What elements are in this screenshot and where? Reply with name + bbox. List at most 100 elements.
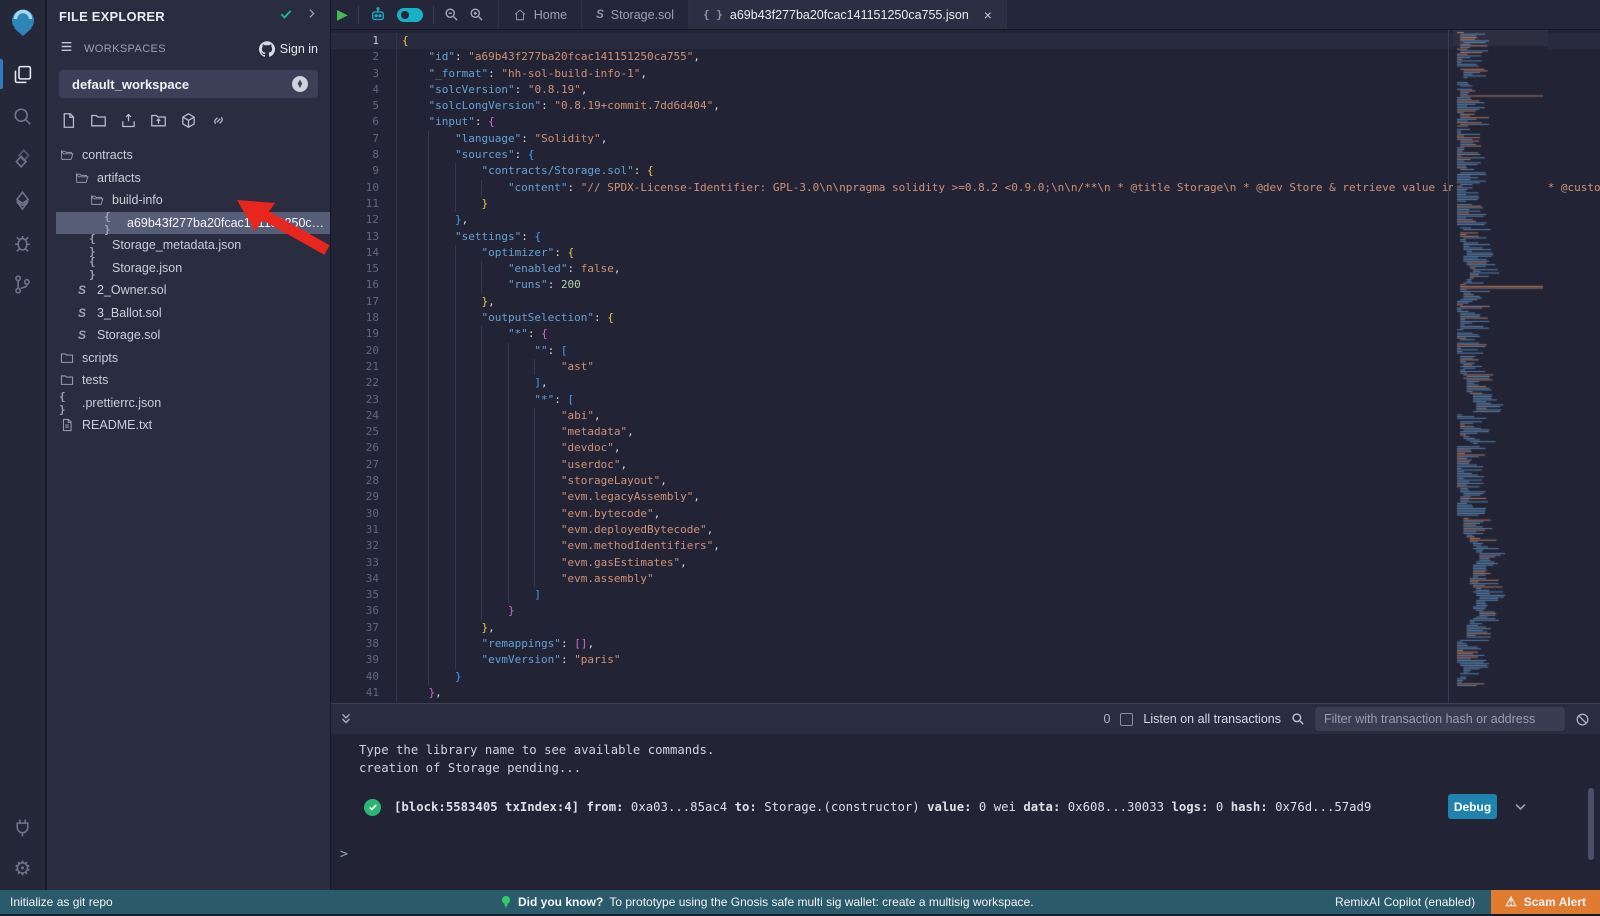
code-line[interactable]: 15 "enabled": false,	[331, 261, 1600, 277]
debugger-nav[interactable]	[0, 221, 46, 263]
tree-item-contracts[interactable]: contracts	[47, 144, 330, 167]
code-line[interactable]: 26 "devdoc",	[331, 440, 1600, 456]
code-line[interactable]: 38 "remappings": [],	[331, 636, 1600, 652]
github-sign-in-button[interactable]: Sign in	[259, 41, 318, 57]
code-line[interactable]: 28 "storageLayout",	[331, 473, 1600, 489]
workspace-select[interactable]: default_workspace ▲▼	[59, 70, 318, 98]
code-line[interactable]: 27 "userdoc",	[331, 457, 1600, 473]
code-line[interactable]: 4 "solcVersion": "0.8.19",	[331, 82, 1600, 98]
clear-console-icon[interactable]	[1575, 712, 1590, 727]
code-line[interactable]: 9 "contracts/Storage.sol": {	[331, 163, 1600, 179]
run-script-button[interactable]: ▶	[337, 6, 348, 23]
code-line[interactable]: 25 "metadata",	[331, 424, 1600, 440]
terminal-prompt[interactable]: >	[340, 847, 348, 862]
tree-item-storage-json[interactable]: { }Storage.json	[47, 257, 330, 280]
code-line[interactable]: 2 "id": "a69b43f277ba20fcac141151250ca75…	[331, 49, 1600, 65]
code-line[interactable]: 33 "evm.gasEstimates",	[331, 555, 1600, 571]
code-line[interactable]: 34 "evm.assembly"	[331, 571, 1600, 587]
transaction-filter-input[interactable]	[1315, 707, 1565, 731]
git-init-button[interactable]: Initialize as git repo	[0, 895, 113, 909]
tree-item-2-owner-sol[interactable]: S2_Owner.sol	[47, 279, 330, 302]
code-line[interactable]: 8 "sources": {	[331, 147, 1600, 163]
chevron-right-icon[interactable]	[305, 7, 318, 25]
code-line[interactable]: 10 "content": "// SPDX-License-Identifie…	[331, 180, 1600, 196]
code-line[interactable]: 22 ],	[331, 375, 1600, 391]
code-line[interactable]: 14 "optimizer": {	[331, 245, 1600, 261]
code-line[interactable]: 17 },	[331, 294, 1600, 310]
close-tab-icon[interactable]: ×	[984, 7, 992, 23]
ipfs-box-icon[interactable]	[180, 112, 197, 134]
line-number: 29	[331, 489, 379, 505]
code-line[interactable]: 37 },	[331, 620, 1600, 636]
solidity-compiler-nav[interactable]	[0, 137, 46, 179]
code-line[interactable]: 29 "evm.legacyAssembly",	[331, 489, 1600, 505]
code-line[interactable]: 20 "": [	[331, 343, 1600, 359]
tree-item-readme-txt[interactable]: README.txt	[47, 414, 330, 437]
scam-alert-button[interactable]: ⚠ Scam Alert	[1491, 890, 1600, 914]
code-line[interactable]: 13 "settings": {	[331, 229, 1600, 245]
file-explorer-nav[interactable]	[0, 53, 46, 95]
settings-nav[interactable]: ⚙	[0, 848, 46, 890]
code-line[interactable]: 31 "evm.deployedBytecode",	[331, 522, 1600, 538]
code-line[interactable]: 3 "_format": "hh-sol-build-info-1",	[331, 66, 1600, 82]
code-line[interactable]: 11 }	[331, 196, 1600, 212]
tab-a69b43f277ba20fcac141151250ca755-json[interactable]: { }a69b43f277ba20fcac141151250ca755.json…	[689, 0, 1007, 29]
code-line[interactable]: 12 },	[331, 212, 1600, 228]
upload-folder-icon[interactable]	[150, 112, 167, 134]
code-line[interactable]: 21 "ast"	[331, 359, 1600, 375]
terminal-collapse-icon[interactable]	[339, 712, 353, 726]
tree-item--prettierrc-json[interactable]: { }.prettierrc.json	[47, 392, 330, 415]
code-line[interactable]: 5 "solcLongVersion": "0.8.19+commit.7dd6…	[331, 98, 1600, 114]
code-line[interactable]: 7 "language": "Solidity",	[331, 131, 1600, 147]
tree-item-3-ballot-sol[interactable]: S3_Ballot.sol	[47, 302, 330, 325]
tab-home[interactable]: Home	[498, 0, 582, 29]
line-number: 18	[331, 310, 379, 326]
code-line[interactable]: 1{	[331, 33, 1600, 49]
code-line[interactable]: 32 "evm.methodIdentifiers",	[331, 538, 1600, 554]
code-line[interactable]: 24 "abi",	[331, 408, 1600, 424]
tree-item-build-info[interactable]: build-info	[47, 189, 330, 212]
transaction-log-row[interactable]: [block:5583405 txIndex:4] from: 0xa03...…	[331, 792, 1600, 822]
tree-item-tests[interactable]: tests	[47, 369, 330, 392]
tree-item-scripts[interactable]: scripts	[47, 347, 330, 370]
code-line[interactable]: 41 },	[331, 685, 1600, 701]
zoom-out-icon[interactable]	[444, 7, 459, 22]
terminal-scrollbar[interactable]	[1588, 788, 1594, 860]
copilot-status[interactable]: RemixAI Copilot (enabled)	[1335, 895, 1491, 909]
code-editor[interactable]: 1{2 "id": "a69b43f277ba20fcac141151250ca…	[331, 30, 1600, 703]
hamburger-menu-icon[interactable]	[59, 40, 74, 58]
tree-item-storage-sol[interactable]: SStorage.sol	[47, 324, 330, 347]
upload-file-icon[interactable]	[120, 112, 137, 134]
plugin-manager-nav[interactable]	[0, 806, 46, 848]
remix-ai-robot-icon[interactable]	[369, 6, 387, 24]
tree-item-artifacts[interactable]: artifacts	[47, 167, 330, 190]
new-file-icon[interactable]	[60, 112, 77, 134]
new-folder-icon[interactable]	[90, 112, 107, 134]
check-icon[interactable]	[279, 7, 293, 26]
code-line[interactable]: 36 }	[331, 603, 1600, 619]
link-icon[interactable]	[210, 112, 227, 134]
remix-logo[interactable]	[7, 7, 39, 39]
code-line[interactable]: 19 "*": {	[331, 326, 1600, 342]
code-line[interactable]: 40 }	[331, 669, 1600, 685]
debug-button[interactable]: Debug	[1448, 794, 1497, 819]
code-line[interactable]: 18 "outputSelection": {	[331, 310, 1600, 326]
git-nav[interactable]	[0, 263, 46, 305]
deploy-run-nav[interactable]	[0, 179, 46, 221]
copilot-toggle[interactable]	[397, 8, 423, 22]
zoom-in-icon[interactable]	[469, 7, 484, 22]
code-line[interactable]: 39 "evmVersion": "paris"	[331, 652, 1600, 668]
code-line[interactable]: 23 "*": [	[331, 392, 1600, 408]
listen-all-checkbox[interactable]	[1120, 713, 1133, 726]
minimap[interactable]	[1453, 30, 1548, 690]
expand-transaction-icon[interactable]	[1513, 799, 1528, 818]
tab-storage-sol[interactable]: SStorage.sol	[582, 0, 689, 29]
line-number: 30	[331, 506, 379, 522]
code-line[interactable]: 30 "evm.bytecode",	[331, 506, 1600, 522]
code-line[interactable]: 35 ]	[331, 587, 1600, 603]
code-line[interactable]: 6 "input": {	[331, 114, 1600, 130]
code-line[interactable]: 16 "runs": 200	[331, 277, 1600, 293]
tree-item-storage-metadata-json[interactable]: { }Storage_metadata.json	[47, 234, 330, 257]
tree-item-a69b43f277ba20fcac141151250ca7-[interactable]: { }a69b43f277ba20fcac141151250ca7...	[56, 212, 330, 235]
search-nav[interactable]	[0, 95, 46, 137]
